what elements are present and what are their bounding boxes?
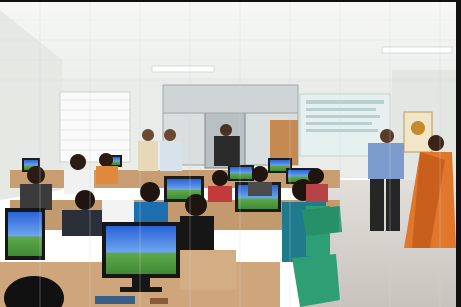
monitor: [228, 165, 254, 181]
desk-partition: [180, 250, 236, 290]
ceiling-light: [151, 65, 215, 73]
image-border: [0, 0, 461, 2]
classroom-photo: [0, 0, 461, 307]
photo-canvas: [0, 0, 461, 307]
image-border: [456, 0, 461, 307]
seated-student: [134, 182, 168, 228]
ceiling: [0, 0, 461, 90]
window-blinds: [59, 91, 131, 163]
poster-emblem: [411, 121, 425, 135]
ceiling-light: [381, 46, 453, 54]
instructor: [368, 129, 404, 231]
desk-items: [150, 298, 168, 304]
monitor-front: [5, 208, 45, 260]
cabin-frame: [162, 84, 299, 114]
desk-items: [95, 296, 135, 304]
